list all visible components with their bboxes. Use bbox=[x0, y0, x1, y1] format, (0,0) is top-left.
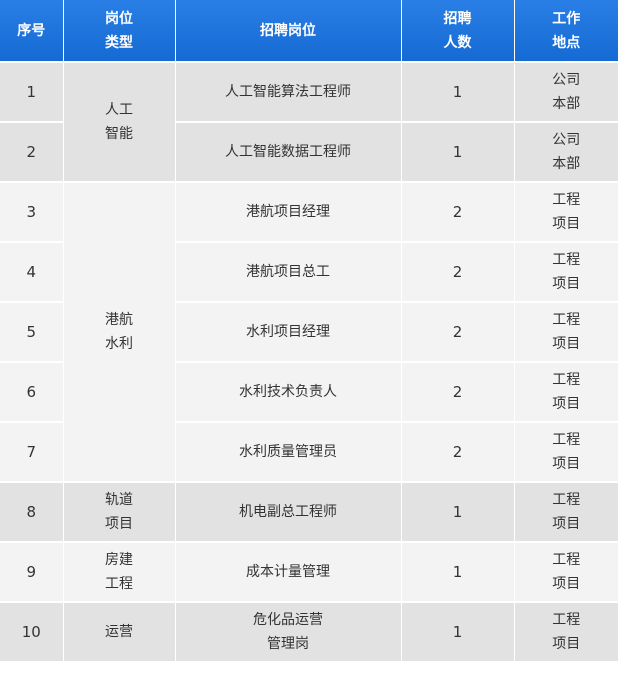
header-count: 招聘 人数 bbox=[401, 0, 515, 63]
row-index: 9 bbox=[0, 542, 64, 603]
location-line1: 工程 bbox=[552, 612, 581, 628]
row-location: 工程 项目 bbox=[514, 182, 618, 243]
category-line2: 智能 bbox=[105, 126, 133, 142]
row-position: 水利技术负责人 bbox=[175, 362, 402, 423]
row-count: 1 bbox=[401, 122, 515, 183]
row-location: 工程 项目 bbox=[514, 482, 618, 543]
category-line2: 水利 bbox=[105, 336, 133, 352]
location-line2: 项目 bbox=[552, 396, 581, 412]
location-line1: 工程 bbox=[552, 252, 581, 268]
recruitment-table: 序号 岗位 类型 招聘岗位 招聘 人数 工作 地点 1 人工 智能 人工智能算法… bbox=[0, 0, 618, 663]
header-category-line2: 类型 bbox=[105, 34, 133, 51]
row-position: 危化品运营 管理岗 bbox=[175, 602, 402, 663]
category-cell-ops: 运营 bbox=[63, 602, 176, 663]
location-line2: 本部 bbox=[552, 156, 581, 172]
row-index: 7 bbox=[0, 422, 64, 483]
table-row: 9 房建 工程 成本计量管理 1 工程 项目 bbox=[0, 542, 618, 603]
header-position: 招聘岗位 bbox=[175, 0, 402, 63]
location-line2: 项目 bbox=[552, 336, 581, 352]
row-index: 4 bbox=[0, 242, 64, 303]
row-count: 2 bbox=[401, 302, 515, 363]
row-position: 成本计量管理 bbox=[175, 542, 402, 603]
header-index: 序号 bbox=[0, 0, 64, 63]
row-location: 公司 本部 bbox=[514, 122, 618, 183]
table-row: 8 轨道 项目 机电副总工程师 1 工程 项目 bbox=[0, 482, 618, 543]
category-line1: 房建 bbox=[105, 552, 133, 568]
location-line2: 项目 bbox=[552, 456, 581, 472]
header-count-line1: 招聘 bbox=[443, 10, 472, 27]
row-position: 港航项目总工 bbox=[175, 242, 402, 303]
category-line1: 港航 bbox=[105, 312, 133, 328]
location-line1: 工程 bbox=[552, 192, 581, 208]
row-position: 人工智能数据工程师 bbox=[175, 122, 402, 183]
header-category: 岗位 类型 bbox=[63, 0, 176, 63]
category-cell-ai: 人工 智能 bbox=[63, 62, 176, 183]
location-line1: 公司 bbox=[552, 132, 581, 148]
category-cell-rail: 轨道 项目 bbox=[63, 482, 176, 543]
header-location-line2: 地点 bbox=[552, 34, 581, 51]
header-location-line1: 工作 bbox=[552, 10, 581, 27]
row-index: 8 bbox=[0, 482, 64, 543]
row-index: 3 bbox=[0, 182, 64, 243]
row-location: 工程 项目 bbox=[514, 242, 618, 303]
row-location: 公司 本部 bbox=[514, 62, 618, 123]
row-count: 1 bbox=[401, 62, 515, 123]
row-count: 2 bbox=[401, 182, 515, 243]
row-location: 工程 项目 bbox=[514, 542, 618, 603]
table-row: 10 运营 危化品运营 管理岗 1 工程 项目 bbox=[0, 602, 618, 663]
table-header: 序号 岗位 类型 招聘岗位 招聘 人数 工作 地点 bbox=[0, 0, 618, 63]
category-line2: 项目 bbox=[105, 516, 133, 532]
header-count-line2: 人数 bbox=[443, 34, 472, 51]
location-line2: 项目 bbox=[552, 636, 581, 652]
row-location: 工程 项目 bbox=[514, 422, 618, 483]
row-index: 2 bbox=[0, 122, 64, 183]
row-count: 2 bbox=[401, 242, 515, 303]
row-count: 1 bbox=[401, 542, 515, 603]
row-location: 工程 项目 bbox=[514, 602, 618, 663]
row-count: 1 bbox=[401, 482, 515, 543]
location-line1: 工程 bbox=[552, 372, 581, 388]
row-index: 1 bbox=[0, 62, 64, 123]
row-count: 2 bbox=[401, 362, 515, 423]
row-position: 水利项目经理 bbox=[175, 302, 402, 363]
header-row: 序号 岗位 类型 招聘岗位 招聘 人数 工作 地点 bbox=[0, 0, 618, 63]
position-line2: 管理岗 bbox=[267, 636, 309, 652]
table-row: 1 人工 智能 人工智能算法工程师 1 公司 本部 bbox=[0, 62, 618, 183]
category-line2: 工程 bbox=[105, 576, 133, 592]
category-line1: 人工 bbox=[105, 102, 133, 118]
table-row: 3 港航 水利 港航项目经理 2 工程 项目 bbox=[0, 182, 618, 483]
location-line1: 工程 bbox=[552, 552, 581, 568]
row-count: 1 bbox=[401, 602, 515, 663]
table-body: 1 人工 智能 人工智能算法工程师 1 公司 本部 2 人工智能数据工程师 1 … bbox=[0, 62, 618, 663]
row-location: 工程 项目 bbox=[514, 302, 618, 363]
location-line2: 项目 bbox=[552, 576, 581, 592]
location-line1: 工程 bbox=[552, 432, 581, 448]
row-index: 5 bbox=[0, 302, 64, 363]
row-position: 水利质量管理员 bbox=[175, 422, 402, 483]
category-line1: 轨道 bbox=[105, 492, 133, 508]
row-index: 10 bbox=[0, 602, 64, 663]
location-line1: 公司 bbox=[552, 72, 581, 88]
location-line1: 工程 bbox=[552, 492, 581, 508]
header-category-line1: 岗位 bbox=[105, 10, 133, 27]
location-line2: 项目 bbox=[552, 216, 581, 232]
row-index: 6 bbox=[0, 362, 64, 423]
row-location: 工程 项目 bbox=[514, 362, 618, 423]
row-position: 机电副总工程师 bbox=[175, 482, 402, 543]
position-line1: 危化品运营 bbox=[253, 612, 323, 628]
category-cell-building: 房建 工程 bbox=[63, 542, 176, 603]
location-line2: 项目 bbox=[552, 276, 581, 292]
row-position: 港航项目经理 bbox=[175, 182, 402, 243]
location-line2: 本部 bbox=[552, 96, 581, 112]
location-line1: 工程 bbox=[552, 312, 581, 328]
location-line2: 项目 bbox=[552, 516, 581, 532]
category-cell-port: 港航 水利 bbox=[63, 182, 176, 483]
header-location: 工作 地点 bbox=[514, 0, 618, 63]
row-position: 人工智能算法工程师 bbox=[175, 62, 402, 123]
row-count: 2 bbox=[401, 422, 515, 483]
